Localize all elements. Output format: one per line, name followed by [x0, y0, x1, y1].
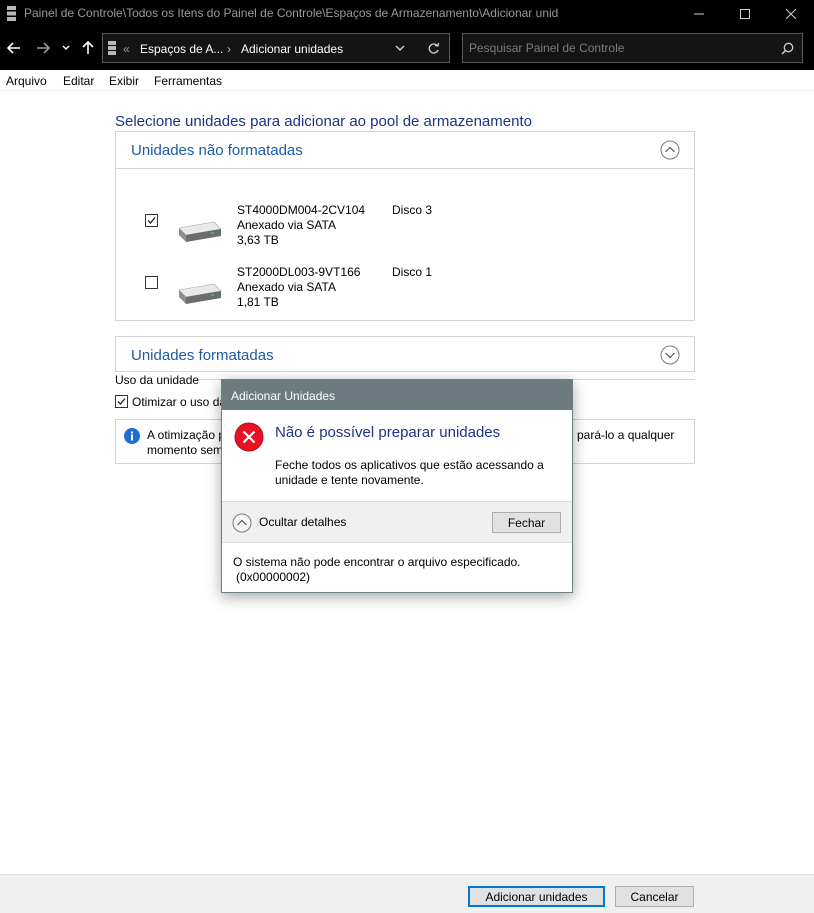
minimize-icon — [694, 13, 704, 14]
add-drives-button[interactable]: Adicionar unidades — [468, 886, 605, 907]
chevron-down-icon — [62, 45, 70, 51]
info-icon — [124, 428, 140, 444]
dialog-title-bar[interactable]: Adicionar Unidades — [222, 380, 572, 410]
drive-model: ST2000DL003-9VT166 — [237, 265, 361, 279]
drive-disk-label: Disco 3 — [392, 203, 433, 217]
drive-size: 1,81 TB — [237, 295, 279, 309]
storage-spaces-icon — [7, 6, 16, 21]
checkmark-icon — [117, 398, 126, 405]
formatted-drives-title: Unidades formatadas — [131, 347, 274, 364]
breadcrumb-separator[interactable]: › — [227, 42, 231, 56]
error-icon — [234, 422, 264, 452]
error-detail: O sistema não pode encontrar o arquivo e… — [233, 555, 521, 569]
dialog-button-bar: Ocultar detalhes Fechar — [222, 501, 572, 543]
arrow-right-icon — [37, 42, 50, 54]
dialog-title: Adicionar Unidades — [231, 389, 336, 403]
optimize-checkbox[interactable] — [115, 395, 128, 408]
menu-file[interactable]: Arquivo — [6, 74, 47, 88]
maximize-button[interactable] — [722, 0, 768, 27]
info-text: momento sem — [147, 443, 224, 457]
unformatted-drives-header[interactable]: Unidades não formatadas — [116, 132, 694, 169]
drive-size: 3,63 TB — [237, 233, 279, 247]
cancel-button[interactable]: Cancelar — [615, 886, 694, 907]
optimize-label[interactable]: Otimizar o uso da — [132, 395, 226, 409]
hard-drive-icon — [178, 221, 222, 242]
address-bar[interactable]: « Espaços de A... › Adicionar unidades — [102, 33, 450, 63]
address-row: « Espaços de A... › Adicionar unidades — [0, 27, 814, 70]
recent-locations-button[interactable] — [56, 37, 76, 59]
arrow-left-icon — [7, 42, 20, 54]
title-bar: Painel de Controle\Todos os Itens do Pai… — [0, 0, 814, 27]
drive-checkbox[interactable] — [145, 276, 158, 289]
breadcrumb-overflow[interactable]: « — [123, 42, 130, 56]
back-button[interactable] — [3, 37, 25, 59]
formatted-drives-group[interactable]: Unidades formatadas — [115, 336, 695, 372]
search-box[interactable] — [462, 33, 803, 63]
drive-info: ST4000DM004-2CV104 Anexado via SATA 3,63… — [237, 203, 365, 248]
drive-connection: Anexado via SATA — [237, 280, 336, 294]
maximize-icon — [740, 8, 750, 19]
menu-view[interactable]: Exibir — [109, 74, 139, 88]
chevron-up-circle-icon[interactable] — [660, 140, 680, 160]
close-icon — [786, 8, 796, 19]
chevron-down-icon[interactable] — [395, 45, 405, 52]
checkmark-icon — [147, 217, 156, 224]
error-code: (0x00000002) — [236, 570, 311, 584]
unformatted-drives-title: Unidades não formatadas — [131, 142, 303, 159]
search-input[interactable] — [469, 39, 769, 57]
drive-row[interactable]: ST2000DL003-9VT166 Anexado via SATA 1,81… — [116, 265, 694, 315]
menu-tools[interactable]: Ferramentas — [154, 74, 222, 88]
close-button[interactable] — [768, 0, 814, 27]
drive-disk-label: Disco 1 — [392, 265, 433, 279]
info-text: A otimização p — [147, 428, 226, 442]
up-button[interactable] — [77, 37, 99, 59]
drive-model: ST4000DM004-2CV104 — [237, 203, 366, 217]
error-dialog: Adicionar Unidades Não é possível prepar… — [221, 379, 573, 593]
dialog-main-instruction: Não é possível preparar unidades — [275, 424, 501, 441]
forward-button[interactable] — [32, 37, 54, 59]
storage-spaces-icon — [108, 41, 116, 55]
close-dialog-button[interactable]: Fechar — [492, 512, 561, 533]
drive-connection: Anexado via SATA — [237, 218, 336, 232]
chevron-down-circle-icon[interactable] — [660, 345, 680, 365]
hard-drive-icon — [178, 283, 222, 304]
menu-edit[interactable]: Editar — [63, 74, 94, 88]
breadcrumb-add-drives[interactable]: Adicionar unidades — [241, 42, 343, 56]
footer-bar: Adicionar unidades Cancelar — [0, 874, 814, 913]
chevron-up-circle-icon[interactable] — [232, 513, 252, 533]
window-title: Painel de Controle\Todos os Itens do Pai… — [24, 6, 559, 20]
page-heading: Selecione unidades para adicionar ao poo… — [115, 113, 532, 130]
menu-bar: Arquivo Editar Exibir Ferramentas — [0, 70, 814, 91]
drive-row[interactable]: ST4000DM004-2CV104 Anexado via SATA 3,63… — [116, 203, 694, 253]
drive-info: ST2000DL003-9VT166 Anexado via SATA 1,81… — [237, 265, 360, 310]
search-icon[interactable] — [781, 42, 794, 55]
drive-checkbox[interactable] — [145, 214, 158, 227]
refresh-icon[interactable] — [427, 41, 440, 55]
usage-section-label: Uso da unidade — [115, 373, 200, 387]
info-text: l pará-lo a qualquer — [571, 428, 675, 442]
minimize-button[interactable] — [676, 0, 722, 27]
dialog-message: Feche todos os aplicativos que estão ace… — [275, 458, 544, 487]
hide-details-toggle[interactable]: Ocultar detalhes — [259, 515, 346, 529]
arrow-up-icon — [82, 41, 94, 54]
unformatted-drives-group: Unidades não formatadas ST4000DM004-2CV1… — [115, 131, 695, 321]
breadcrumb-storage-spaces[interactable]: Espaços de A... — [140, 42, 223, 56]
